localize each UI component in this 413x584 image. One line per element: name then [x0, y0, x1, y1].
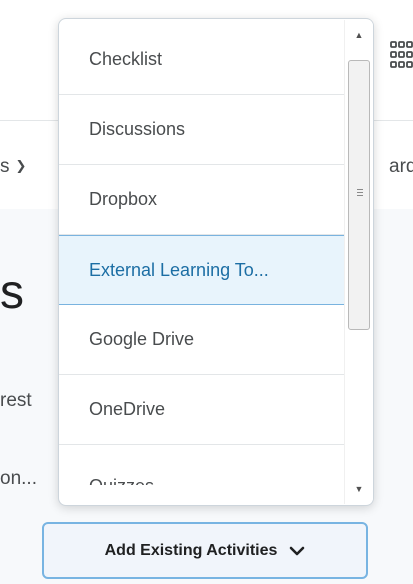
menu-item-label: Dropbox [89, 189, 158, 209]
menu-item-external-learning-tools[interactable]: External Learning To... [59, 235, 344, 305]
chevron-down-icon [289, 543, 305, 559]
menu-scrollbar[interactable]: ▲ ▼ [344, 20, 373, 504]
content-row-fragment: rest [0, 390, 32, 411]
menu-item-discussions[interactable]: Discussions [59, 95, 344, 165]
menu-item-quizzes[interactable]: Quizzes [59, 445, 344, 485]
add-existing-activities-button[interactable]: Add Existing Activities [42, 522, 368, 579]
nav-menu-left[interactable]: s ❯ [0, 156, 26, 178]
app-grid-icon[interactable] [389, 40, 413, 70]
menu-item-label: Discussions [89, 119, 186, 139]
menu-list: Checklist Discussions Dropbox External L… [59, 25, 344, 485]
add-existing-activities-label: Add Existing Activities [104, 541, 278, 559]
menu-item-dropbox[interactable]: Dropbox [59, 165, 344, 235]
page-heading-fragment: s [0, 266, 24, 319]
menu-item-label: Google Drive [89, 329, 195, 349]
scrollbar-grip-icon [357, 189, 363, 198]
menu-item-google-drive[interactable]: Google Drive [59, 305, 344, 375]
activity-type-dropdown-menu: Checklist Discussions Dropbox External L… [58, 18, 374, 506]
menu-item-onedrive[interactable]: OneDrive [59, 375, 344, 445]
content-row-fragment-2: on... [0, 468, 37, 489]
menu-item-checklist[interactable]: Checklist [59, 25, 344, 95]
menu-item-label: External Learning To... [89, 259, 269, 280]
chevron-down-icon: ❯ [15, 158, 27, 173]
scroll-up-arrow-icon[interactable]: ▲ [345, 20, 373, 50]
menu-item-label: OneDrive [89, 399, 166, 419]
scroll-down-arrow-icon[interactable]: ▼ [345, 474, 373, 504]
menu-item-label: Checklist [89, 49, 163, 69]
nav-menu-right[interactable]: ard [389, 156, 413, 178]
scrollbar-thumb[interactable] [348, 60, 370, 330]
menu-item-label: Quizzes [89, 476, 154, 485]
nav-left-label: s [0, 156, 10, 177]
